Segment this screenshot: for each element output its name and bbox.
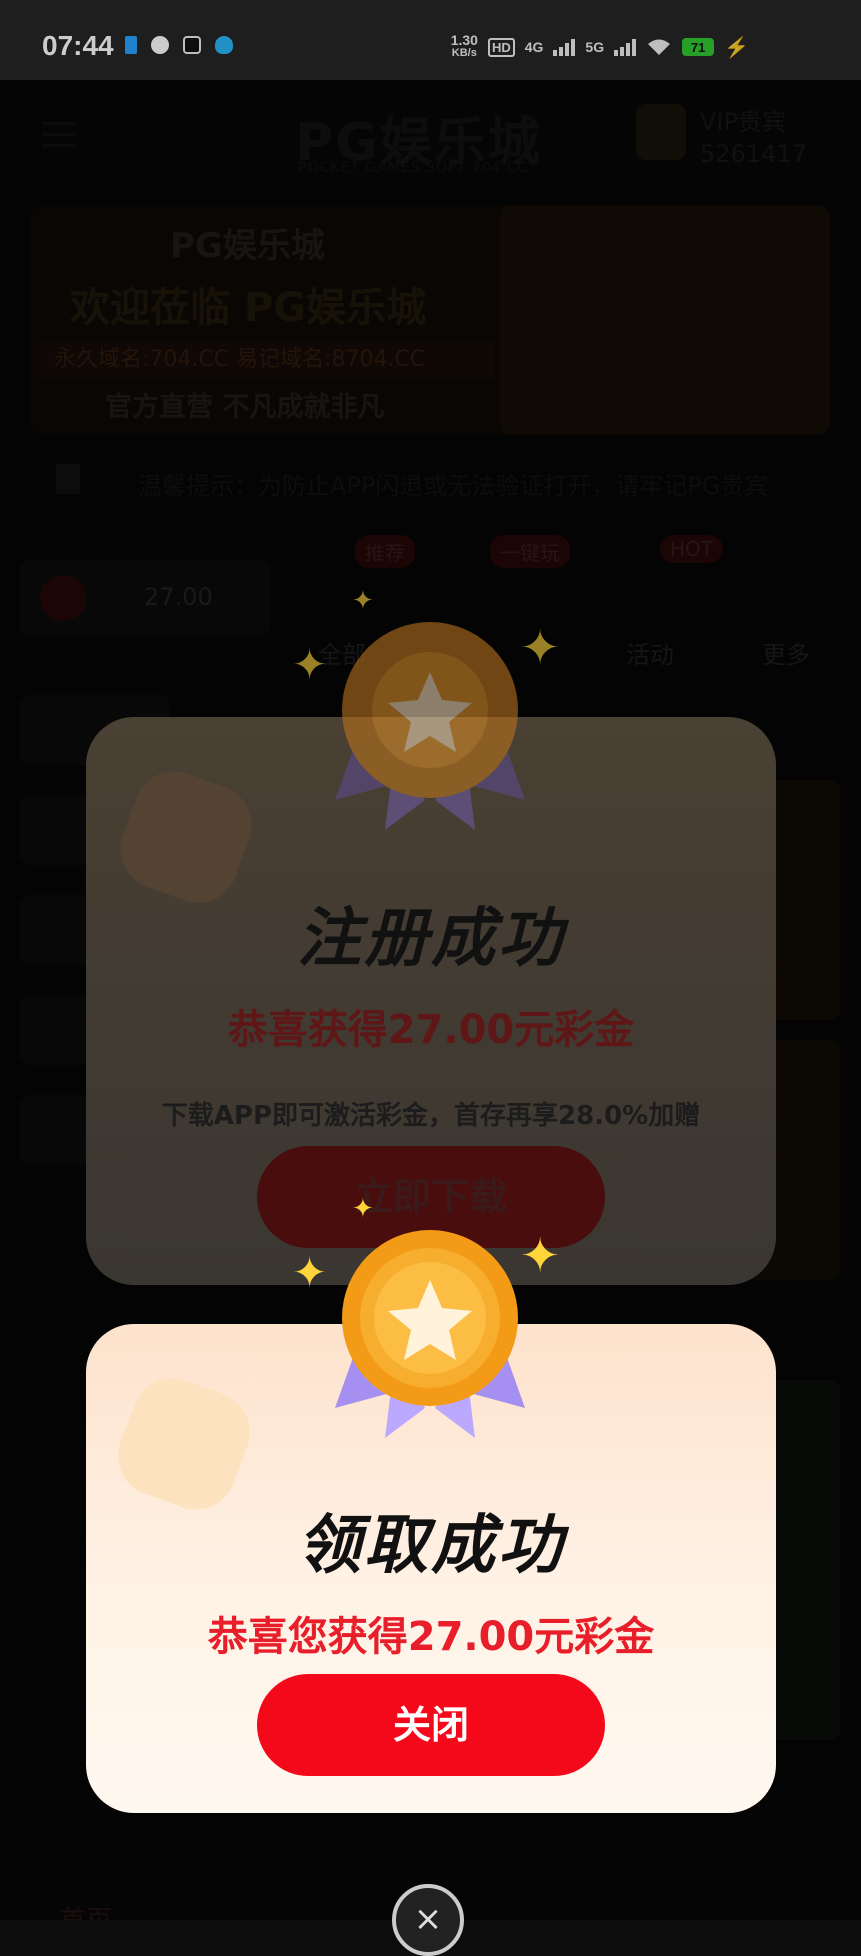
modal-subtitle: 恭喜获得27.00元彩金	[227, 1007, 635, 1053]
sparkle-icon: ✦	[292, 1248, 328, 1297]
close-icon[interactable]: ×	[392, 1884, 464, 1956]
sparkle-icon: ✦	[520, 620, 561, 676]
modal-description: 下载APP即可激活彩金，首存再享28.0%加赠	[161, 1101, 701, 1131]
close-button[interactable]: 关闭	[257, 1674, 605, 1776]
modal-title: 领取成功	[297, 1509, 565, 1583]
sparkle-icon: ✦	[352, 586, 374, 616]
sparkle-icon: ✦	[352, 1194, 374, 1224]
sparkle-icon: ✦	[292, 640, 328, 689]
modal-subtitle: 恭喜您获得27.00元彩金	[207, 1614, 655, 1660]
modal-title: 注册成功	[297, 902, 565, 976]
sparkle-icon: ✦	[520, 1228, 561, 1284]
